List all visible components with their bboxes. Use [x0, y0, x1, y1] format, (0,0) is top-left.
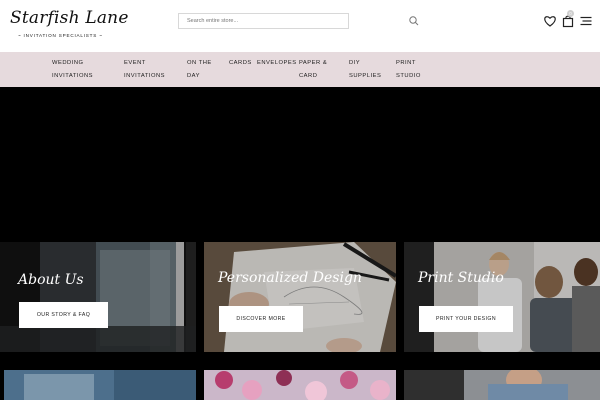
brand-name: Starfish Lane — [10, 8, 129, 28]
portrait-image — [404, 370, 600, 400]
nav-item-envelopes[interactable]: ENVELOPES — [257, 57, 297, 70]
floral-image — [204, 370, 396, 400]
nav-item-cards[interactable]: CARDS — [229, 57, 252, 70]
tile-bottom-3[interactable] — [404, 370, 600, 400]
site-header: Starfish Lane ~ INVITATION SPECIALISTS ~… — [0, 0, 600, 52]
tile-bottom-2[interactable] — [204, 370, 396, 400]
tile-bottom-1[interactable] — [4, 370, 196, 400]
nav-item-on-the-day[interactable]: ON THE DAY — [187, 57, 219, 83]
tile-title: Print Studio — [418, 270, 504, 286]
nav-item-event-invitations[interactable]: EVENT INVITATIONS — [124, 57, 168, 83]
nav-item-wedding-invitations[interactable]: WEDDING INVITATIONS — [52, 57, 104, 83]
brand-tagline: ~ INVITATION SPECIALISTS ~ — [18, 33, 103, 38]
search-icon[interactable] — [408, 15, 420, 27]
hero-banner — [0, 87, 600, 242]
storefront-image — [0, 242, 196, 352]
discover-more-button[interactable]: DISCOVER MORE — [219, 306, 303, 332]
heart-icon[interactable] — [543, 14, 557, 28]
stationery-image — [4, 370, 196, 400]
nav-item-paper-card[interactable]: PAPER & CARD — [299, 57, 335, 83]
design-sketch-image — [204, 242, 396, 352]
main-navigation: WEDDING INVITATIONS EVENT INVITATIONS ON… — [0, 52, 600, 87]
nav-item-diy-supplies[interactable]: DIY SUPPLIES — [349, 57, 385, 83]
brand-logo[interactable]: Starfish Lane ~ INVITATION SPECIALISTS ~ — [10, 8, 129, 42]
search-input[interactable] — [178, 13, 349, 29]
tile-personalized-design[interactable]: Personalized Design DISCOVER MORE — [204, 242, 396, 352]
our-story-faq-button[interactable]: OUR STORY & FAQ — [19, 302, 108, 328]
print-your-design-button[interactable]: PRINT YOUR DESIGN — [419, 306, 513, 332]
tile-print-studio[interactable]: Print Studio PRINT YOUR DESIGN — [404, 242, 600, 352]
tile-title: Personalized Design — [218, 270, 362, 286]
tile-title: About Us — [18, 272, 84, 288]
nav-item-print-studio[interactable]: PRINT STUDIO — [396, 57, 426, 83]
print-studio-image — [404, 242, 600, 352]
menu-icon[interactable] — [579, 14, 593, 28]
cart-count-badge: 0 — [567, 10, 574, 17]
tile-about-us[interactable]: About Us OUR STORY & FAQ — [0, 242, 196, 352]
